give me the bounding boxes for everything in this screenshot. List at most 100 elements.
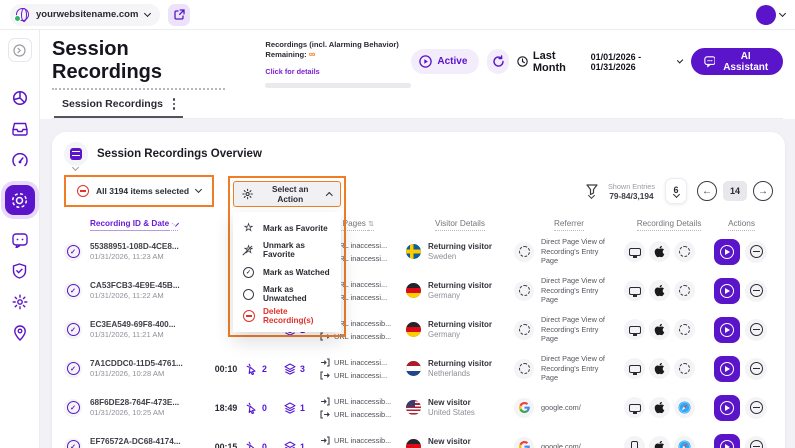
row-checkbox[interactable] — [64, 360, 82, 378]
menu-item-unmark-favorite[interactable]: ☆ Unmark as Favorite — [233, 239, 341, 261]
exit-url[interactable]: URL inaccessib... — [334, 410, 391, 419]
website-selector[interactable]: yourwebsitename.com — [10, 4, 160, 26]
next-page-button[interactable]: → — [753, 181, 773, 201]
column-header-visitor-details[interactable]: Visitor Details — [406, 219, 514, 228]
user-menu[interactable] — [756, 5, 785, 25]
recording-id[interactable]: CA53FCB3-4E9E-45B... — [90, 281, 206, 290]
sidebar-item-privacy[interactable] — [11, 262, 29, 280]
refresh-button[interactable] — [487, 49, 508, 74]
topbar: yourwebsitename.com — [0, 0, 795, 30]
date-range-selector[interactable]: 01/01/2026 - 01/31/2026 — [591, 52, 683, 72]
active-recordings-button[interactable]: Active — [411, 49, 479, 74]
direct-referrer-icon — [514, 359, 534, 379]
flag-germany-icon — [406, 283, 421, 298]
sidebar-item-dashboard[interactable] — [11, 89, 29, 107]
exit-page-icon — [320, 410, 330, 419]
row-checkbox[interactable] — [64, 321, 82, 339]
click-for-details-link[interactable]: Click for details — [265, 67, 319, 76]
remove-recording-button[interactable] — [745, 436, 767, 448]
play-recording-button[interactable] — [714, 239, 740, 265]
recording-id[interactable]: 68F6DE28-764F-473E... — [90, 398, 206, 407]
session-recordings-card: Session Recordings Overview All 3194 ite… — [52, 132, 785, 448]
visitor-type: Returning visitor — [428, 242, 492, 251]
remove-recording-button[interactable] — [745, 397, 767, 419]
clicks-count: 0 — [262, 442, 267, 448]
ai-assistant-button[interactable]: AI Assistant — [691, 48, 783, 75]
empty-circle-icon — [242, 289, 255, 300]
clicks-icon — [246, 441, 258, 448]
recording-date: 01/31/2026, 10:25 AM — [90, 408, 206, 417]
sidebar-item-visitor-location[interactable] — [11, 324, 29, 342]
play-recording-button[interactable] — [714, 356, 740, 382]
row-checkbox[interactable] — [64, 399, 82, 417]
clicks-icon — [246, 402, 258, 414]
website-name: yourwebsitename.com — [36, 9, 138, 20]
remove-recording-button[interactable] — [745, 319, 767, 341]
remove-recording-button[interactable] — [745, 241, 767, 263]
row-checkbox[interactable] — [64, 438, 82, 448]
overview-icon[interactable] — [64, 142, 88, 166]
select-action-dropdown[interactable]: Select an Action — [233, 181, 341, 207]
table-row: 7A1CDDC0-11D5-4761...01/31/2026, 10:28 A… — [64, 349, 773, 388]
remove-recording-button[interactable] — [745, 280, 767, 302]
remaining-progress-bar — [265, 83, 411, 88]
recordings-remaining: Recordings (incl. Alarming Behavior) Rem… — [265, 40, 411, 88]
prev-page-button[interactable]: ← — [697, 181, 717, 201]
play-recording-button[interactable] — [714, 317, 740, 343]
period-selector[interactable]: Last Month — [517, 50, 583, 74]
sidebar-item-settings[interactable] — [11, 293, 29, 311]
gear-icon — [242, 188, 253, 200]
column-header-referrer[interactable]: Referrer — [514, 219, 624, 228]
exit-url[interactable]: URL inaccessi... — [334, 371, 387, 380]
referrer-text: google.com/ — [541, 403, 581, 413]
sidebar-item-session-recordings[interactable] — [5, 185, 35, 215]
sidebar-item-inbox[interactable] — [11, 120, 29, 138]
sidebar — [0, 30, 40, 448]
flag-netherlands-icon — [406, 361, 421, 376]
sidebar-collapse-button[interactable] — [8, 38, 32, 62]
open-website-button[interactable] — [168, 4, 190, 26]
recording-id[interactable]: 7A1CDDC0-11D5-4761... — [90, 359, 206, 368]
infinity-value: ∞ — [309, 49, 315, 59]
recording-id[interactable]: 55388951-108D-4CE8... — [90, 242, 206, 251]
column-header-recording-id[interactable]: Recording ID & Date — [90, 219, 206, 228]
desktop-icon — [624, 358, 645, 379]
google-referrer-icon — [514, 398, 534, 418]
sidebar-item-chat[interactable] — [11, 231, 29, 249]
filter-button[interactable] — [586, 184, 598, 198]
visitor-type: New visitor — [428, 437, 471, 446]
row-checkbox[interactable] — [64, 243, 82, 261]
date-range-value: 01/01/2026 - 01/31/2026 — [591, 52, 675, 72]
recording-date: 01/31/2026, 11:21 AM — [90, 330, 206, 339]
table-toolbar: All 3194 items selected Shown Entries 79… — [64, 174, 773, 208]
play-recording-button[interactable] — [714, 395, 740, 421]
remove-recording-button[interactable] — [745, 358, 767, 380]
entry-url[interactable]: URL inaccessi... — [334, 358, 387, 367]
recording-id[interactable]: EC3EA549-69F8-400... — [90, 320, 206, 329]
play-recording-button[interactable] — [714, 434, 740, 448]
menu-item-mark-watched[interactable]: Mark as Watched — [233, 261, 341, 283]
page-size-select[interactable]: 6 — [665, 178, 687, 204]
menu-item-mark-unwatched[interactable]: Mark as Unwatched — [233, 283, 341, 305]
items-selected-dropdown[interactable]: All 3194 items selected — [69, 179, 209, 203]
refresh-icon — [492, 55, 505, 68]
chevron-down-icon — [195, 186, 202, 193]
duration: 00:15 — [206, 442, 246, 448]
menu-item-mark-favorite[interactable]: ☆ Mark as Favorite — [233, 217, 341, 239]
menu-item-delete-recordings[interactable]: Delete Recording(s) — [233, 305, 341, 327]
row-checkbox[interactable] — [64, 282, 82, 300]
page-title: Session Recordings — [52, 38, 225, 90]
page-header: Session Recordings Recordings (incl. Ala… — [40, 30, 795, 119]
column-header-recording-details[interactable]: Recording Details — [624, 219, 714, 228]
play-recording-button[interactable] — [714, 278, 740, 304]
table-header-row: Recording ID & Date Visited Pages ⇅ Visi… — [64, 214, 773, 232]
sidebar-item-performance[interactable] — [11, 151, 29, 169]
tab-menu-icon[interactable] — [173, 98, 176, 110]
tab-session-recordings[interactable]: Session Recordings — [54, 98, 183, 118]
ai-assistant-label: AI Assistant — [721, 51, 770, 73]
entry-url[interactable]: URL inaccessib... — [334, 436, 391, 445]
entry-url[interactable]: URL inaccessib... — [334, 397, 391, 406]
recording-id[interactable]: EF76572A-DC68-4174... — [90, 437, 206, 446]
chat-bubble-icon — [704, 55, 716, 68]
visitor-country: Germany — [428, 291, 492, 300]
